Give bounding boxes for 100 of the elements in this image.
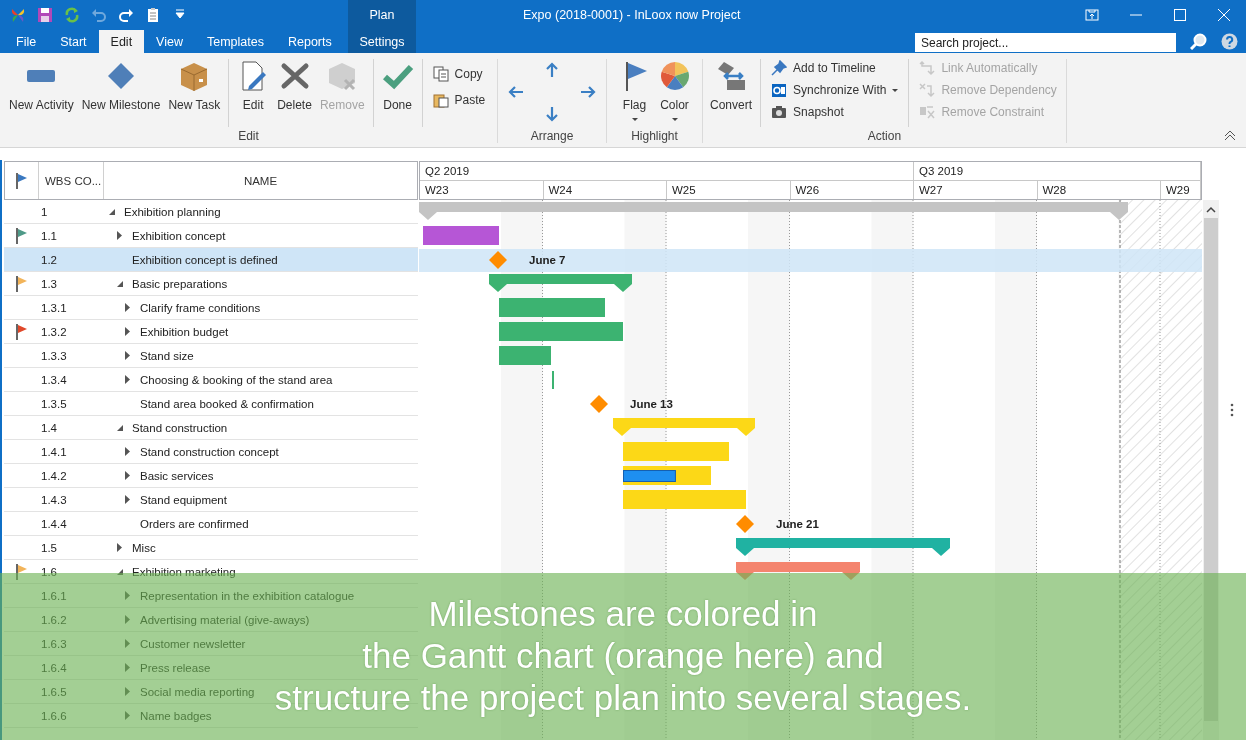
- caption-line: structure the project plan into several stages.: [274, 677, 972, 719]
- name-cell-text: Choosing & booking of the stand area: [139, 373, 333, 386]
- column-header[interactable]: NAME: [104, 162, 417, 199]
- expand-toggle[interactable]: [124, 639, 131, 648]
- scrollbar[interactable]: [1203, 200, 1219, 740]
- chevron-up-icon[interactable]: [1224, 130, 1236, 141]
- expand-toggle[interactable]: [124, 495, 131, 504]
- ribbon-tab[interactable]: View: [144, 30, 195, 53]
- ribbon-button[interactable]: Edit: [233, 59, 274, 127]
- name-cell-text: Customer newsletter: [139, 637, 246, 650]
- ribbon-button[interactable]: New Activity: [5, 59, 78, 127]
- ribbon-button[interactable]: New Task: [164, 59, 225, 127]
- summary-bar[interactable]: [736, 562, 860, 580]
- ribbon-small-button[interactable]: Add to Timeline: [769, 59, 901, 77]
- expand-toggle[interactable]: [124, 615, 131, 624]
- group-label: Action: [866, 129, 903, 143]
- name-cell-text: Misc: [131, 541, 156, 554]
- arrow-right-icon[interactable]: [580, 84, 596, 100]
- name-cell-text: Social media reporting: [139, 685, 255, 698]
- expand-toggle[interactable]: [124, 663, 131, 672]
- name-cell-text: Stand construction: [131, 421, 228, 434]
- expand-toggle[interactable]: [124, 303, 131, 312]
- expand-toggle[interactable]: [116, 543, 123, 552]
- ribbon-small-button[interactable]: Paste: [430, 91, 488, 109]
- name-cell-text: Exhibition concept: [131, 229, 226, 242]
- expand-toggle[interactable]: [124, 687, 131, 696]
- expand-toggle[interactable]: [108, 207, 116, 216]
- maximize-icon[interactable]: [1173, 8, 1187, 22]
- refresh-icon[interactable]: [64, 7, 80, 23]
- wbs-cell: 1.4.3: [41, 493, 67, 506]
- pin-window-icon[interactable]: [1085, 8, 1099, 22]
- name-cell-text: Exhibition budget: [139, 325, 229, 338]
- envelope-square-icon: [771, 82, 788, 98]
- arrow-up-icon[interactable]: [544, 62, 560, 78]
- week-label: W28: [1037, 181, 1161, 199]
- wbs-cell: 1.1: [41, 229, 57, 242]
- ribbon-small-button[interactable]: Synchronize With: [769, 81, 901, 99]
- copy-icon: [432, 66, 449, 82]
- ribbon-button[interactable]: Flag: [614, 59, 655, 127]
- window-title: Expo (2018-0001) - InLoox now Project: [522, 8, 742, 22]
- summary-bar[interactable]: [736, 538, 950, 556]
- expand-toggle[interactable]: [116, 279, 124, 288]
- ribbon-small-button[interactable]: Copy: [430, 65, 488, 83]
- ribbon-small-button[interactable]: Snapshot: [769, 103, 901, 121]
- ribbon-tab[interactable]: Reports: [275, 30, 344, 53]
- column-header[interactable]: WBS CO...: [39, 162, 104, 199]
- help-icon[interactable]: [1221, 33, 1238, 50]
- wbs-cell: 1.6.2: [41, 613, 67, 626]
- caption-line: the Gantt chart (orange here) and: [362, 635, 884, 677]
- quarter-label: Q3 2019: [914, 162, 1201, 180]
- expand-toggle[interactable]: [124, 447, 131, 456]
- ribbon-button[interactable]: Convert: [706, 59, 757, 127]
- expand-toggle[interactable]: [124, 351, 131, 360]
- expand-toggle[interactable]: [124, 711, 131, 720]
- milestone-diamond[interactable]: [590, 395, 608, 413]
- group-label: Edit: [237, 129, 260, 143]
- floppy-icon[interactable]: [37, 7, 53, 23]
- search-field[interactable]: Search project...: [915, 33, 1176, 52]
- ribbon-tab[interactable]: Templates: [195, 30, 276, 53]
- name-cell-text: Exhibition concept is defined: [131, 253, 278, 266]
- redo-icon[interactable]: [118, 7, 134, 23]
- expand-toggle[interactable]: [124, 471, 131, 480]
- ribbon-button[interactable]: Color: [654, 59, 695, 127]
- flag-icon: [14, 226, 28, 245]
- name-cell-text: Exhibition planning: [123, 205, 221, 218]
- leaves-icon[interactable]: [10, 7, 26, 23]
- wbs-cell: 1.3.1: [41, 301, 67, 314]
- week-label: W24: [543, 181, 667, 199]
- vertical-dots-icon[interactable]: [1230, 403, 1234, 417]
- expand-toggle[interactable]: [116, 231, 123, 240]
- ribbon-tab[interactable]: Start: [48, 30, 99, 53]
- name-cell-text: Clarify frame conditions: [139, 301, 261, 314]
- summary-bar[interactable]: [489, 274, 632, 292]
- scrollbar-thumb[interactable]: [1204, 218, 1218, 721]
- camera-icon: [771, 104, 788, 120]
- arrow-down-icon[interactable]: [544, 106, 560, 122]
- ribbon-button[interactable]: New Milestone: [77, 59, 165, 127]
- name-cell-text: Basic services: [139, 469, 214, 482]
- ribbon-tab[interactable]: Edit: [98, 30, 145, 53]
- expand-toggle[interactable]: [116, 567, 124, 576]
- flag-icon: [14, 322, 28, 341]
- close-icon[interactable]: [1217, 8, 1231, 22]
- chevron-up-icon[interactable]: [1206, 206, 1216, 214]
- search-icon[interactable]: [1190, 33, 1207, 50]
- link-icon: [919, 60, 936, 76]
- ribbon-button[interactable]: Delete: [273, 59, 316, 127]
- ribbon-tab[interactable]: Settings: [348, 30, 416, 53]
- clipboard-icon[interactable]: [145, 7, 161, 23]
- week-label: W25: [667, 181, 791, 199]
- expand-toggle[interactable]: [116, 423, 124, 432]
- arrow-left-icon[interactable]: [508, 84, 524, 100]
- expand-toggle[interactable]: [124, 375, 131, 384]
- selected-row[interactable]: 1.2 Exhibition concept is defined: [4, 248, 418, 272]
- name-cell-text: Name badges: [139, 709, 212, 722]
- expand-toggle[interactable]: [124, 327, 131, 336]
- ribbon-tab[interactable]: File: [4, 30, 49, 53]
- milestone-diamond[interactable]: [736, 515, 754, 533]
- expand-toggle[interactable]: [124, 591, 131, 600]
- wbs-cell: 1.3.5: [41, 397, 67, 410]
- ribbon-button[interactable]: Done: [377, 59, 418, 127]
